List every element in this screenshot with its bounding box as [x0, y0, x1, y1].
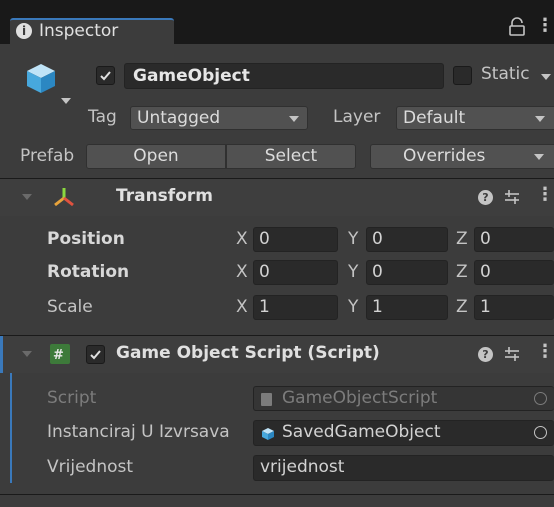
object-picker-icon[interactable] — [534, 426, 547, 439]
help-icon[interactable]: ? — [478, 347, 493, 362]
layer-value: Default — [403, 108, 466, 128]
gameobject-name: GameObject — [133, 66, 250, 86]
axis-z-label[interactable]: Z — [456, 297, 468, 317]
transform-header[interactable]: Transform ? ⋮ — [0, 179, 554, 216]
rotation-x-value: 0 — [259, 262, 270, 282]
script-component-header[interactable]: # Game Object Script (Script) ? ⋮ — [0, 336, 554, 373]
foldout-arrow-icon[interactable] — [22, 351, 32, 357]
kebab-menu-icon[interactable]: ⋮ — [536, 341, 554, 362]
scale-y-field[interactable]: 1 — [366, 295, 448, 320]
script-component-accent — [10, 373, 12, 483]
lock-icon[interactable] — [508, 17, 526, 37]
tab-label: Inspector — [39, 21, 119, 41]
vrijednost-value: vrijednost — [260, 457, 345, 477]
tab-inspector[interactable]: i Inspector — [10, 18, 174, 44]
rotation-x-field[interactable]: 0 — [253, 260, 338, 285]
prefab-overrides-label: Overrides — [403, 146, 486, 166]
prefab-open-label: Open — [133, 146, 179, 166]
script-value: GameObjectScript — [282, 388, 438, 408]
icon-dropdown-caret[interactable] — [61, 98, 71, 104]
position-z-field[interactable]: 0 — [474, 227, 554, 252]
instanciraj-label: Instanciraj U Izvrsava — [47, 422, 230, 442]
layer-label: Layer — [333, 107, 381, 127]
axis-y-label[interactable]: Y — [348, 229, 358, 249]
instanciraj-object-field[interactable]: SavedGameObject — [253, 420, 554, 446]
csharp-script-icon: # — [50, 344, 70, 364]
help-icon[interactable]: ? — [478, 190, 493, 205]
scale-z-value: 1 — [480, 297, 491, 317]
axis-x-label[interactable]: X — [236, 229, 248, 249]
position-x-value: 0 — [259, 229, 270, 249]
transform-icon — [52, 185, 76, 209]
tag-dropdown[interactable]: Untagged — [130, 106, 308, 130]
static-checkbox[interactable] — [453, 66, 472, 85]
scale-x-value: 1 — [259, 297, 270, 317]
rotation-z-value: 0 — [480, 262, 491, 282]
position-y-field[interactable]: 0 — [366, 227, 448, 252]
rotation-y-field[interactable]: 0 — [366, 260, 448, 285]
gameobject-name-field[interactable]: GameObject — [124, 63, 444, 89]
prefab-open-button[interactable]: Open — [86, 144, 226, 169]
prefab-cube-icon — [261, 426, 275, 440]
foldout-arrow-icon[interactable] — [22, 194, 32, 200]
selection-accent — [0, 336, 3, 373]
object-picker-icon — [534, 392, 547, 405]
gameobject-cube-icon — [24, 61, 58, 95]
presets-icon[interactable] — [504, 345, 520, 363]
active-checkbox[interactable] — [96, 66, 115, 85]
prefab-label: Prefab — [20, 146, 75, 166]
tag-value: Untagged — [137, 108, 221, 128]
scale-label: Scale — [47, 297, 93, 317]
script-asset-icon — [261, 393, 272, 406]
script-enabled-checkbox[interactable] — [86, 345, 105, 364]
info-icon: i — [16, 23, 32, 39]
static-label: Static — [481, 64, 530, 84]
scale-y-value: 1 — [372, 297, 383, 317]
vrijednost-label: Vrijednost — [47, 457, 134, 477]
position-x-field[interactable]: 0 — [253, 227, 338, 252]
script-label: Script — [47, 388, 97, 408]
position-y-value: 0 — [372, 229, 383, 249]
axis-x-label[interactable]: X — [236, 297, 248, 317]
axis-z-label[interactable]: Z — [456, 262, 468, 282]
kebab-menu-icon[interactable]: ⋮ — [536, 184, 554, 205]
axis-y-label[interactable]: Y — [348, 297, 358, 317]
rotation-label: Rotation — [47, 262, 130, 282]
axis-y-label[interactable]: Y — [348, 262, 358, 282]
axis-z-label[interactable]: Z — [456, 229, 468, 249]
transform-title: Transform — [116, 186, 213, 206]
divider — [0, 494, 554, 495]
prefab-overrides-dropdown[interactable]: Overrides — [370, 144, 554, 169]
scale-x-field[interactable]: 1 — [253, 295, 338, 320]
chevron-down-icon — [535, 116, 545, 122]
axis-x-label[interactable]: X — [236, 262, 248, 282]
vrijednost-input[interactable]: vrijednost — [253, 455, 554, 481]
svg-text:#: # — [53, 348, 64, 363]
presets-icon[interactable] — [504, 188, 520, 206]
script-component-title: Game Object Script (Script) — [116, 343, 380, 363]
tag-label: Tag — [88, 107, 117, 127]
layer-dropdown[interactable]: Default — [396, 106, 554, 130]
chevron-down-icon — [289, 116, 299, 122]
chevron-down-icon — [534, 154, 544, 160]
scale-z-field[interactable]: 1 — [474, 295, 554, 320]
position-label: Position — [47, 229, 125, 249]
kebab-menu-icon[interactable]: ⋮ — [536, 15, 554, 36]
instanciraj-value: SavedGameObject — [282, 422, 441, 442]
position-z-value: 0 — [480, 229, 491, 249]
rotation-y-value: 0 — [372, 262, 383, 282]
rotation-z-field[interactable]: 0 — [474, 260, 554, 285]
script-object-field: GameObjectScript — [253, 386, 554, 411]
prefab-select-button[interactable]: Select — [226, 144, 356, 169]
prefab-select-label: Select — [264, 146, 318, 166]
static-dropdown-caret[interactable] — [541, 74, 551, 80]
